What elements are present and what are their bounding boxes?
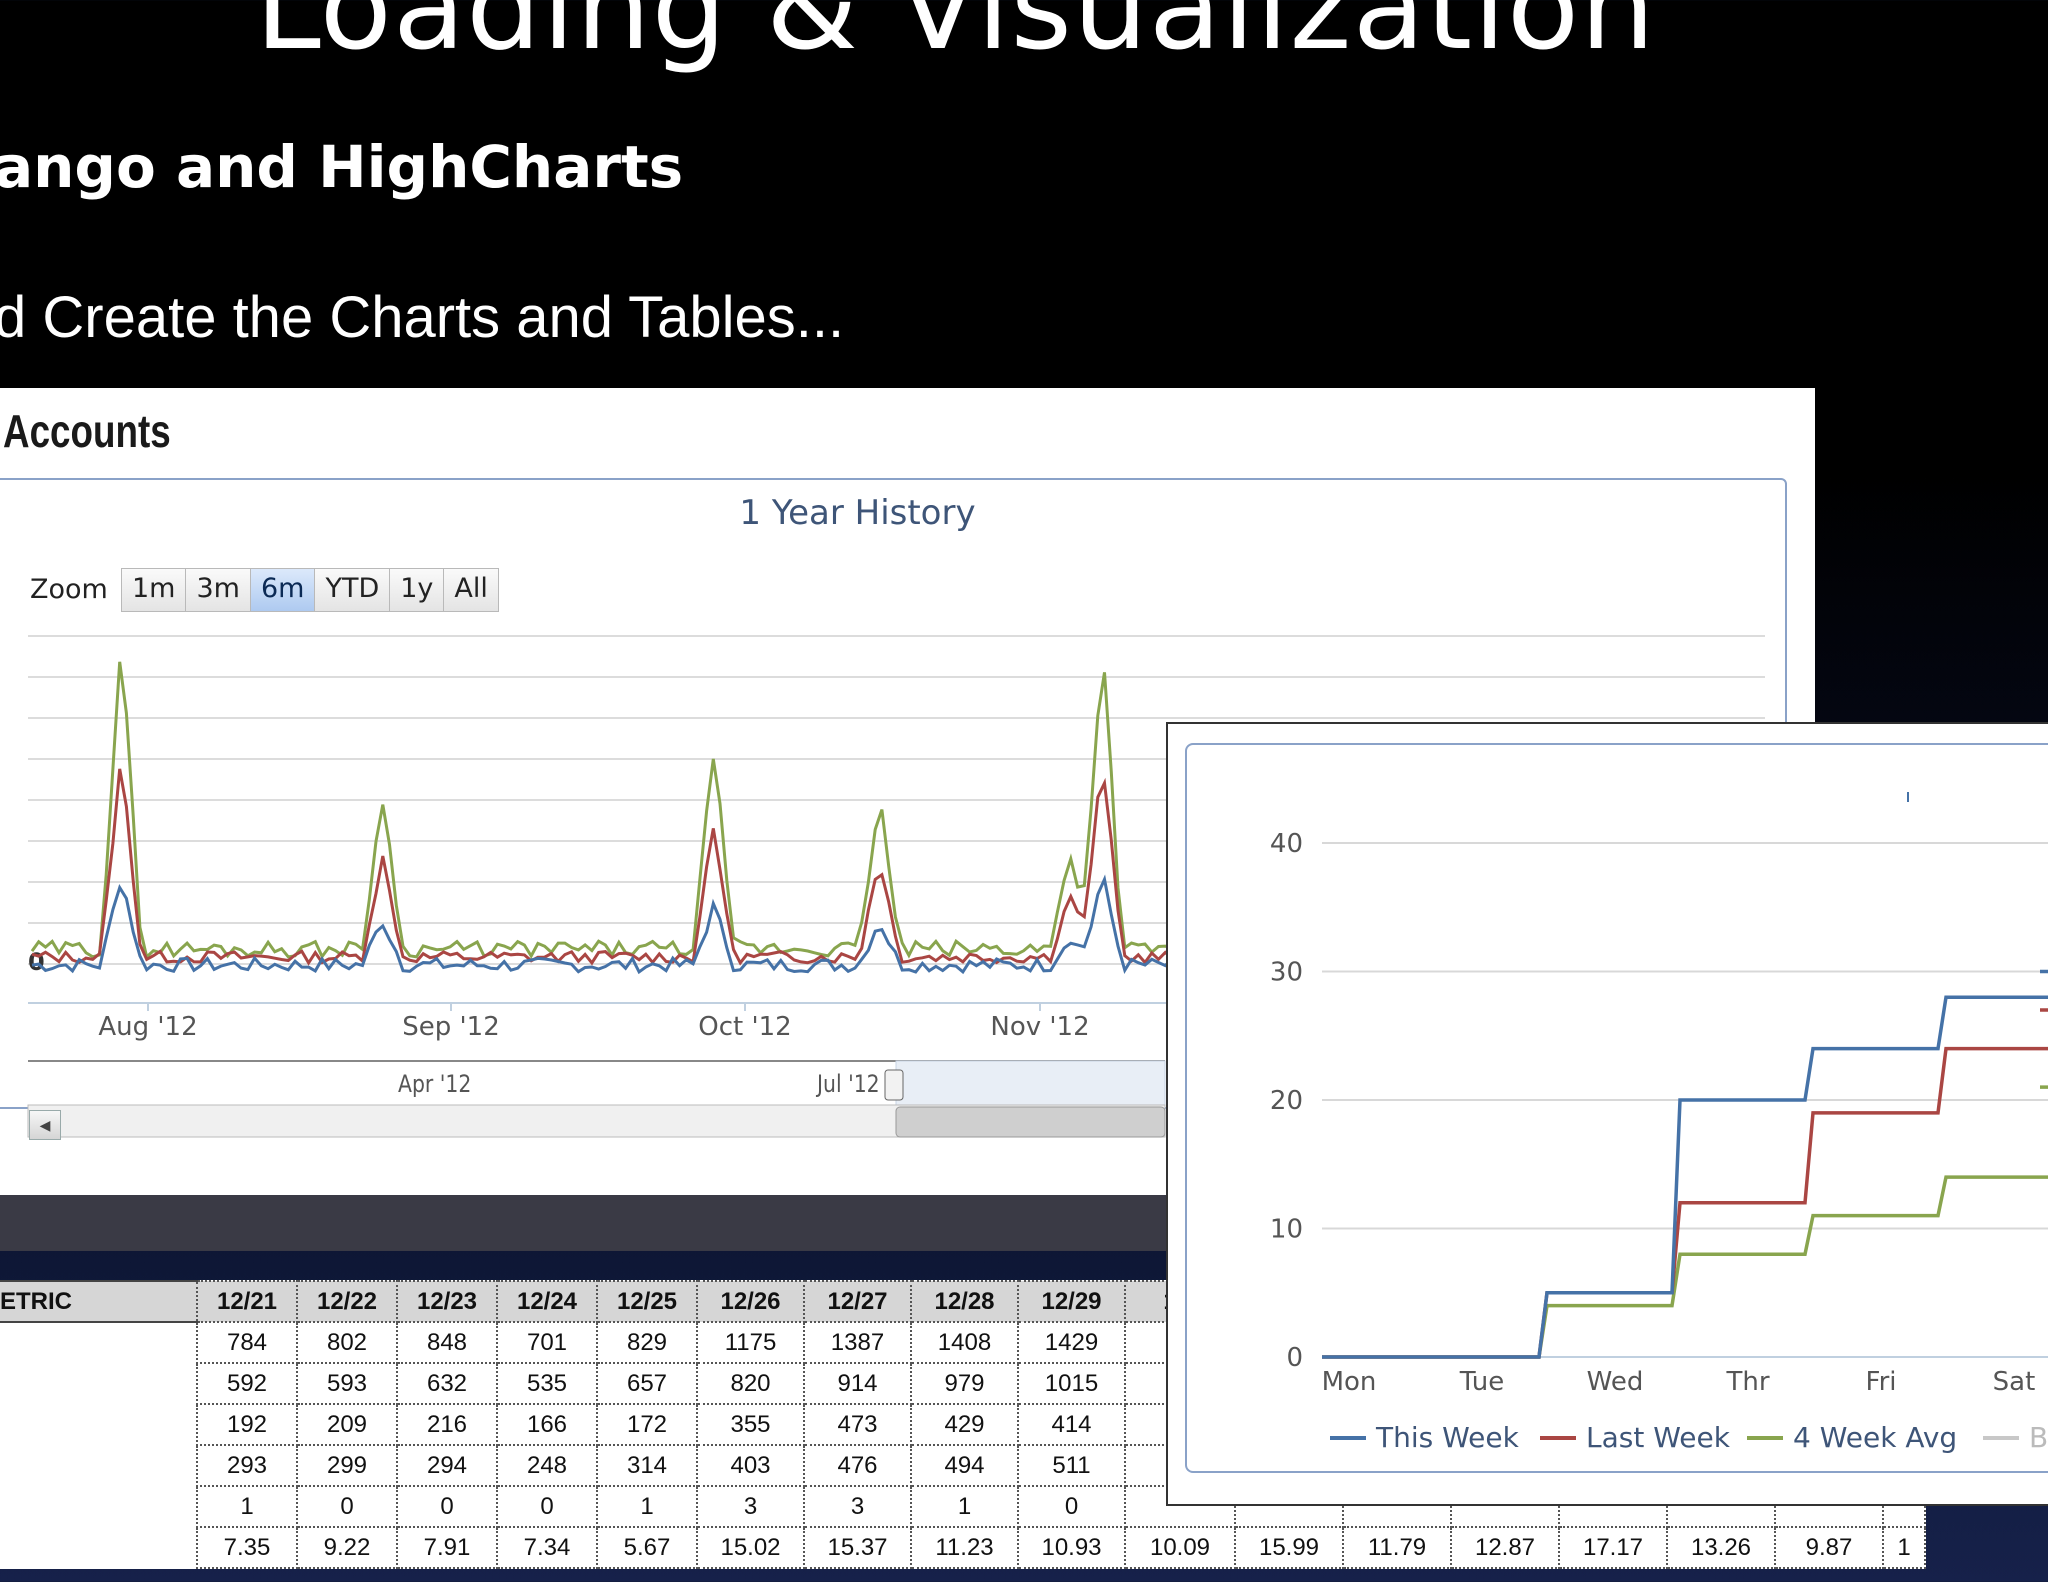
- table-cell: 494: [910, 1444, 1019, 1487]
- metric-header: ETRIC: [0, 1280, 197, 1323]
- table-cell: 0: [396, 1485, 498, 1528]
- date-header: 12/29: [1017, 1280, 1126, 1323]
- table-cell: 314: [596, 1444, 698, 1487]
- table-cell: 820: [696, 1362, 805, 1405]
- table-cell: 1429: [1017, 1321, 1126, 1364]
- table-cell: 192: [196, 1403, 298, 1446]
- table-cell: 657: [596, 1362, 698, 1405]
- scrollbar-thumb[interactable]: [895, 1106, 1166, 1138]
- table-cell: 1015: [1017, 1362, 1126, 1405]
- table-cell: 7.34: [496, 1526, 598, 1569]
- date-header: 12/24: [496, 1280, 598, 1323]
- table-cell: 914: [803, 1362, 912, 1405]
- table-cell: 5.67: [596, 1526, 698, 1569]
- table-cell: 3: [803, 1485, 912, 1528]
- y-tick-label: 0: [28, 948, 45, 976]
- table-cell: 1: [596, 1485, 698, 1528]
- table-row: 7.35 9.22 7.91 7.34 5.67 15.02 15.37 11.23 10.93…: [0, 1526, 1926, 1569]
- x-tick-label: Sep '12: [402, 1012, 500, 1042]
- table-cell: 355: [696, 1403, 805, 1446]
- table-cell: 476: [803, 1444, 912, 1487]
- metric-name: [0, 1486, 197, 1527]
- x-tick-label: Oct '12: [698, 1012, 791, 1042]
- navigator-handle[interactable]: [884, 1069, 904, 1101]
- table-cell: 9.87: [1774, 1526, 1884, 1569]
- table-cell: 11.79: [1342, 1526, 1452, 1569]
- table-cell: 9.22: [296, 1526, 398, 1569]
- table-cell: 12.87: [1450, 1526, 1560, 1569]
- date-header: 12/21: [196, 1280, 298, 1323]
- table-cell: 784: [196, 1321, 298, 1364]
- table-cell: 15.99: [1234, 1526, 1344, 1569]
- table-cell: 3: [696, 1485, 805, 1528]
- table-cell: 473: [803, 1403, 912, 1446]
- table-cell: 535: [496, 1362, 598, 1405]
- table-cell: 701: [496, 1321, 598, 1364]
- table-cell: 593: [296, 1362, 398, 1405]
- table-cell: 1408: [910, 1321, 1019, 1364]
- table-cell: 248: [496, 1444, 598, 1487]
- table-cell: 979: [910, 1362, 1019, 1405]
- navigator-label: Apr '12: [398, 1070, 472, 1098]
- table-cell: 414: [1017, 1403, 1126, 1446]
- table-cell: 1175: [696, 1321, 805, 1364]
- table-cell: 7.91: [396, 1526, 498, 1569]
- table-cell: 848: [396, 1321, 498, 1364]
- table-cell: 0: [296, 1485, 398, 1528]
- table-cell: 0: [496, 1485, 598, 1528]
- metric-name: [0, 1527, 197, 1568]
- date-header: 12/22: [296, 1280, 398, 1323]
- table-cell: 632: [396, 1362, 498, 1405]
- table-cell: 1387: [803, 1321, 912, 1364]
- table-cell: 209: [296, 1403, 398, 1446]
- weekly-chart-panel: [1166, 722, 2048, 1506]
- table-cell: 10.93: [1017, 1526, 1126, 1569]
- table-cell: 293: [196, 1444, 298, 1487]
- history-series-line: [30, 661, 1173, 960]
- table-cell: 216: [396, 1403, 498, 1446]
- scroll-left-button[interactable]: ◀: [29, 1110, 61, 1140]
- table-cell: 429: [910, 1403, 1019, 1446]
- table-cell: 172: [596, 1403, 698, 1446]
- table-cell: 403: [696, 1444, 805, 1487]
- history-series-line: [31, 768, 1173, 966]
- x-tick-label: Aug '12: [98, 1012, 197, 1042]
- table-cell: 11.23: [910, 1526, 1019, 1569]
- table-cell: 0: [1017, 1485, 1126, 1528]
- x-tick-label: Nov '12: [990, 1012, 1089, 1042]
- date-header: 12/25: [596, 1280, 698, 1323]
- metric-name: [0, 1445, 197, 1486]
- table-cell: 15.37: [803, 1526, 912, 1569]
- table-cell: 1: [196, 1485, 298, 1528]
- table-cell: 17.17: [1558, 1526, 1668, 1569]
- date-header: 12/27: [803, 1280, 912, 1323]
- weekly-chart-frame: [1185, 743, 2048, 1473]
- table-cell: 592: [196, 1362, 298, 1405]
- table-cell: 1: [1882, 1526, 1926, 1569]
- metric-name: [0, 1404, 197, 1445]
- table-cell: 829: [596, 1321, 698, 1364]
- date-header: 12/23: [396, 1280, 498, 1323]
- table-cell: 1: [910, 1485, 1019, 1528]
- table-cell: 299: [296, 1444, 398, 1487]
- table-cell: 13.26: [1666, 1526, 1776, 1569]
- table-cell: 294: [396, 1444, 498, 1487]
- table-cell: 15.02: [696, 1526, 805, 1569]
- table-cell: 166: [496, 1403, 598, 1446]
- metric-name: [0, 1363, 197, 1404]
- metric-name: [0, 1322, 197, 1363]
- date-header: 12/28: [910, 1280, 1019, 1323]
- table-cell: 511: [1017, 1444, 1126, 1487]
- table-cell: 10.09: [1124, 1526, 1236, 1569]
- table-cell: 802: [296, 1321, 398, 1364]
- navigator-label: Jul '12: [817, 1070, 880, 1098]
- navigator-selection[interactable]: [895, 1060, 1166, 1106]
- date-header: 12/26: [696, 1280, 805, 1323]
- table-cell: 7.35: [196, 1526, 298, 1569]
